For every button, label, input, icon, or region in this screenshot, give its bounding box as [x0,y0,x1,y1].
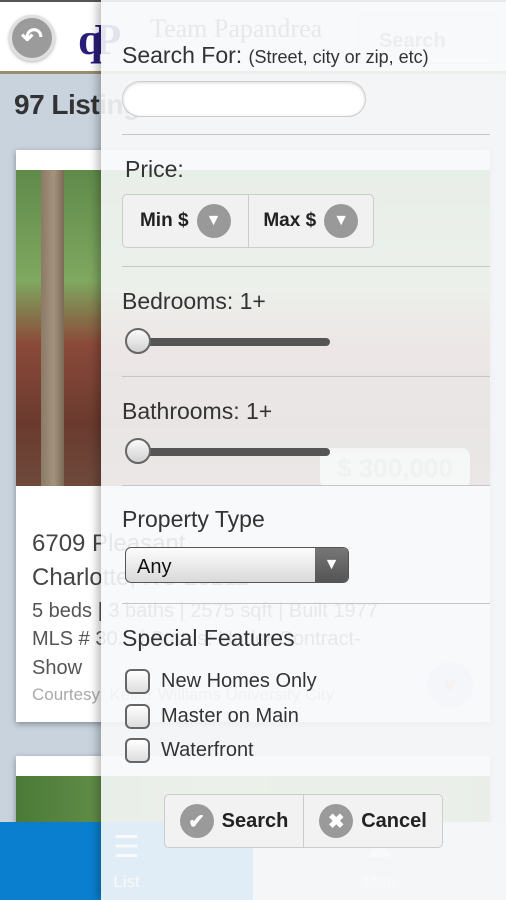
divider [122,134,490,135]
divider [122,603,490,604]
divider [122,485,490,486]
price-label: Price: [125,156,184,182]
slider-thumb[interactable] [125,438,151,464]
bedrooms-slider[interactable] [125,328,330,356]
listing-status-cont: Show [32,657,83,679]
close-icon: ✖ [319,804,354,838]
property-type-select[interactable]: Any ▼ [125,547,349,583]
max-price-button[interactable]: Max $ ▼ [247,195,374,247]
bathrooms-slider[interactable] [125,438,330,466]
bedrooms-label: Bedrooms: 1+ [122,288,266,314]
slider-track[interactable] [133,338,330,346]
search-button[interactable]: ✔ Search [165,795,303,847]
feature-waterfront[interactable]: Waterfront [125,738,254,763]
chevron-down-icon: ▼ [324,204,359,238]
checkbox[interactable] [125,704,150,729]
checkmark-icon: ✔ [179,804,214,838]
back-button[interactable]: ↶ [9,15,55,61]
property-type-label: Property Type [122,506,265,532]
bathrooms-label: Bathrooms: 1+ [122,398,273,424]
feature-master-on-main[interactable]: Master on Main [125,704,299,729]
slider-thumb[interactable] [125,328,151,354]
chevron-down-icon: ▼ [196,204,231,238]
min-price-button[interactable]: Min $ ▼ [123,195,248,247]
dropdown-arrow-icon: ▼ [315,548,348,582]
feature-new-homes[interactable]: New Homes Only [125,669,317,694]
search-for-hint: (Street, city or zip, etc) [248,47,429,67]
special-features-label: Special Features [122,625,295,651]
action-buttons: ✔ Search ✖ Cancel [164,794,443,848]
search-for-label: Search For: (Street, city or zip, etc) [122,42,429,68]
search-panel: Search For: (Street, city or zip, etc) P… [101,0,506,900]
divider [122,376,490,377]
divider [122,266,490,267]
checkbox[interactable] [125,738,150,763]
price-range-control: Min $ ▼ Max $ ▼ [122,194,374,248]
search-input[interactable] [122,81,366,117]
undo-arrow-icon: ↶ [21,22,43,52]
slider-track[interactable] [133,448,330,456]
checkbox[interactable] [125,669,150,694]
cancel-button[interactable]: ✖ Cancel [303,795,442,847]
